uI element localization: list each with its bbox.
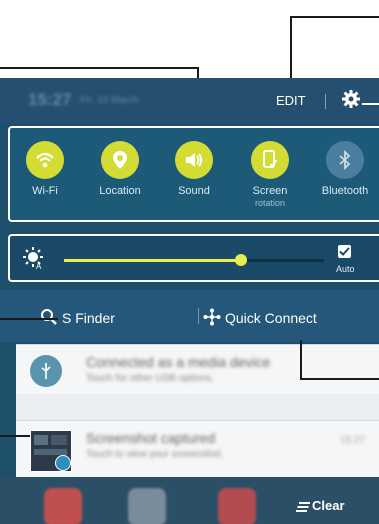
brightness-row: A Auto: [8, 234, 379, 282]
notification-subtitle: Touch to view your screenshot.: [86, 449, 224, 460]
tile-label: Screen: [252, 185, 288, 197]
callout-line: [290, 16, 379, 18]
gallery-icon: [55, 455, 71, 471]
bottom-bar: Clear: [0, 478, 379, 524]
callout-line: [300, 378, 379, 380]
callout-line: [362, 103, 379, 105]
tile-wifi[interactable]: Wi-Fi: [14, 141, 76, 197]
clear-icon[interactable]: [296, 500, 310, 518]
app-icon: [44, 488, 82, 524]
notification-time: 15:27: [339, 435, 365, 446]
clear-button[interactable]: Clear: [312, 498, 345, 513]
notification-panel: 15:27 Fri, 15 March EDIT Wi-Fi Location …: [0, 78, 379, 524]
tile-circle: [251, 141, 289, 179]
notification-subtitle: Touch for other USB options.: [86, 373, 214, 384]
app-icon: [218, 488, 256, 524]
gear-icon[interactable]: [340, 88, 362, 110]
notification-usb[interactable]: Connected as a media device Touch for ot…: [16, 344, 379, 395]
finder-row: S Finder Quick Connect: [0, 290, 379, 342]
tile-label: Wi-Fi: [32, 185, 58, 197]
tile-circle: [26, 141, 64, 179]
quick-connect-button[interactable]: Quick Connect: [225, 310, 317, 326]
callout-line: [300, 340, 302, 380]
brightness-icon: A: [22, 246, 46, 275]
tile-sound[interactable]: Sound: [163, 141, 225, 197]
tile-location[interactable]: Location: [89, 141, 151, 197]
date: Fri, 15 March: [80, 95, 139, 106]
tile-label: Location: [99, 185, 141, 197]
tile-sublabel: rotation: [254, 198, 286, 208]
screenshot-thumbnail: [30, 430, 72, 472]
tile-label: Sound: [178, 185, 210, 197]
brightness-slider-track[interactable]: [240, 259, 324, 262]
quick-connect-icon[interactable]: [203, 308, 221, 331]
brightness-slider-fill[interactable]: [64, 259, 241, 262]
separator: [325, 94, 326, 109]
s-finder-button[interactable]: S Finder: [62, 310, 115, 326]
notification-title: Connected as a media device: [86, 354, 271, 370]
quick-settings: Wi-Fi Location Sound Screen rotation Blu…: [8, 126, 379, 222]
callout-line: [0, 67, 199, 69]
callout-line: [0, 318, 58, 320]
notification-title: Screenshot captured: [86, 430, 216, 446]
camera-icon: [128, 488, 166, 524]
auto-checkbox[interactable]: [338, 245, 351, 258]
tile-circle: [326, 141, 364, 179]
status-bar: 15:27 Fri, 15 March EDIT: [0, 78, 379, 124]
auto-label: Auto: [336, 264, 355, 274]
tile-circle: [175, 141, 213, 179]
edit-button[interactable]: EDIT: [276, 93, 306, 108]
svg-text:A: A: [36, 262, 42, 270]
tile-label: Bluetooth: [321, 185, 369, 197]
brightness-slider-thumb[interactable]: [234, 254, 247, 266]
tile-bluetooth[interactable]: Bluetooth: [314, 141, 376, 197]
divider: [198, 308, 199, 324]
usb-icon: [30, 355, 62, 387]
clock: 15:27: [28, 90, 72, 109]
notification-gap: [16, 394, 379, 420]
notification-screenshot[interactable]: Screenshot captured Touch to view your s…: [16, 420, 379, 477]
tile-circle: [101, 141, 139, 179]
callout-line: [0, 435, 30, 437]
tile-screen-rotation[interactable]: Screen rotation: [239, 141, 301, 208]
